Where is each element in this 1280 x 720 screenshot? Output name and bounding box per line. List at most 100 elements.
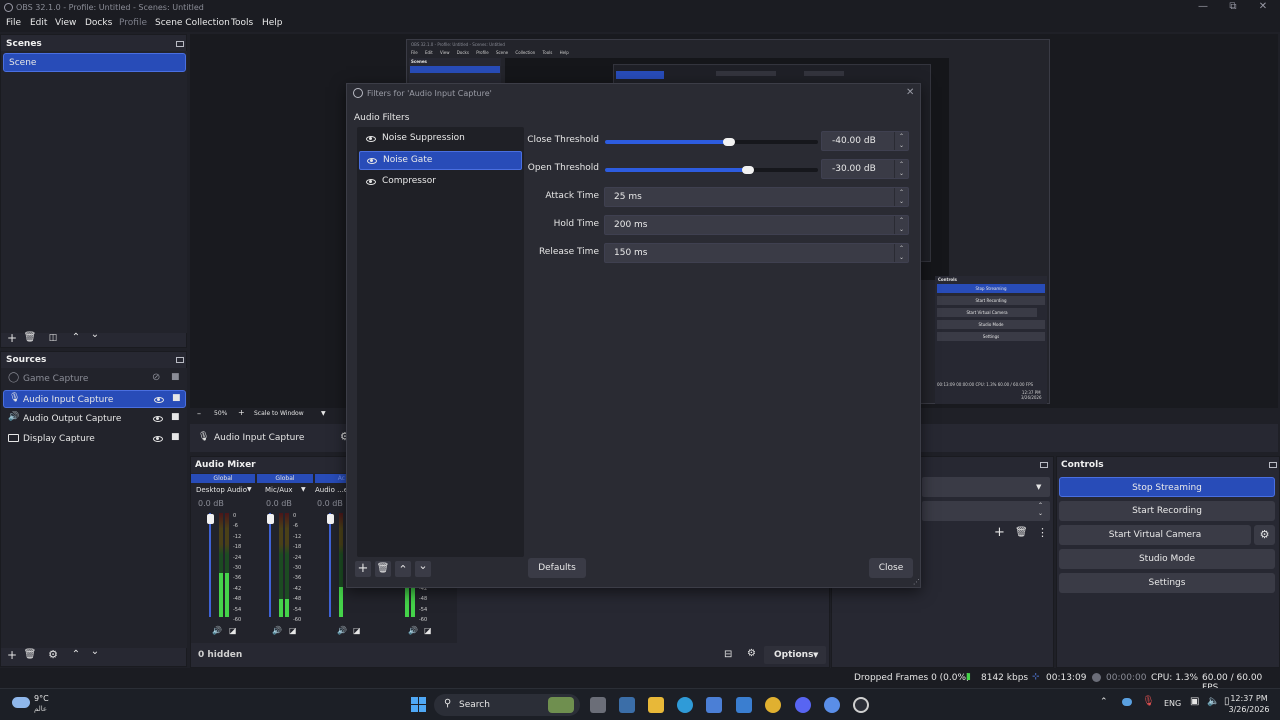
open-threshold-handle[interactable] <box>741 166 754 174</box>
speaker-icon[interactable]: 🔊 <box>212 626 222 635</box>
float-dock-icon[interactable] <box>1269 462 1277 468</box>
app-icon[interactable] <box>824 697 840 713</box>
spin-arrows-icon[interactable]: ⌃ ⌄ <box>894 216 908 234</box>
source-properties-gear-icon[interactable]: ⚙ <box>46 648 60 662</box>
remove-source-icon[interactable]: 🗑 <box>23 648 37 662</box>
headphones-icon[interactable]: ◪ <box>289 626 297 635</box>
network-icon[interactable]: ▣ <box>1190 696 1199 707</box>
virtual-camera-gear-icon[interactable]: ⚙ <box>1254 525 1275 545</box>
edge-icon[interactable] <box>677 697 693 713</box>
eye-icon[interactable] <box>153 416 163 422</box>
volume-slider[interactable] <box>329 513 331 617</box>
spin-down-icon[interactable]: ⌄ <box>1038 510 1043 517</box>
microphone-icon[interactable]: 🎙 <box>1142 696 1155 707</box>
menu-docks[interactable]: Docks <box>85 18 112 28</box>
release-time-spinbox[interactable]: 150 ms ⌃ ⌄ <box>604 243 909 263</box>
menu-file[interactable]: File <box>6 18 21 28</box>
language-indicator[interactable]: ENG <box>1164 699 1181 708</box>
chevron-down-icon[interactable]: ▼ <box>301 486 306 493</box>
m365-icon[interactable] <box>619 697 635 713</box>
lock-icon[interactable]: ■ <box>171 372 180 382</box>
close-threshold-handle[interactable] <box>722 138 735 146</box>
close-threshold-slider[interactable] <box>605 140 818 144</box>
stop-streaming-button[interactable]: Stop Streaming <box>1059 477 1275 497</box>
store-icon[interactable] <box>706 697 722 713</box>
hold-time-spinbox[interactable]: 200 ms ⌃ ⌄ <box>604 215 909 235</box>
open-threshold-spinbox[interactable]: -30.00 dB ⌃ ⌄ <box>821 159 909 179</box>
file-explorer-icon[interactable] <box>648 697 664 713</box>
close-dialog-icon[interactable]: ✕ <box>906 87 914 98</box>
eye-icon[interactable] <box>366 136 376 142</box>
move-filter-down-icon[interactable]: ⌄ <box>415 560 431 577</box>
close-threshold-spinbox[interactable]: -40.00 dB ⌃ ⌄ <box>821 131 909 151</box>
headphones-icon[interactable]: ◪ <box>424 626 432 635</box>
volume-handle[interactable] <box>327 514 334 524</box>
eye-icon[interactable] <box>366 179 376 185</box>
task-view-icon[interactable] <box>590 697 606 713</box>
minimize-icon[interactable]: — <box>1188 1 1218 15</box>
filter-item-noise-gate[interactable]: Noise Gate <box>359 151 522 170</box>
scene-filters-icon[interactable]: ◫ <box>46 331 60 345</box>
start-virtual-camera-button[interactable]: Start Virtual Camera <box>1059 525 1251 545</box>
source-item-audio-output[interactable]: 🔊 Audio Output Capture ■ <box>3 410 186 428</box>
layout-toggle-icon[interactable]: ⊟ <box>724 649 732 660</box>
restore-icon[interactable]: ⧉ <box>1218 1 1248 15</box>
speaker-icon[interactable]: 🔊 <box>408 626 418 635</box>
close-window-icon[interactable]: ✕ <box>1248 1 1278 15</box>
headphones-icon[interactable]: ◪ <box>353 626 361 635</box>
settings-button[interactable]: Settings <box>1059 573 1275 593</box>
remove-scene-icon[interactable]: 🗑 <box>23 331 37 345</box>
chrome-icon[interactable] <box>765 697 781 713</box>
float-dock-icon[interactable] <box>1040 462 1048 468</box>
float-dock-icon[interactable] <box>176 41 184 47</box>
obs-taskbar-icon[interactable] <box>853 697 869 713</box>
transition-select[interactable]: ▼ <box>922 477 1050 497</box>
spin-arrows-icon[interactable]: ⌃ ⌄ <box>894 188 908 206</box>
float-dock-icon[interactable] <box>176 357 184 363</box>
remove-transition-icon[interactable]: 🗑 <box>1015 527 1028 538</box>
lock-icon[interactable]: ■ <box>171 412 180 422</box>
add-filter-icon[interactable]: + <box>355 561 371 577</box>
options-button[interactable]: Options ▼ <box>764 646 826 664</box>
move-scene-down-icon[interactable]: ⌄ <box>88 328 102 342</box>
move-source-down-icon[interactable]: ⌄ <box>88 645 102 659</box>
eye-icon[interactable] <box>153 436 163 442</box>
add-transition-icon[interactable]: + <box>994 525 1005 540</box>
channel-name[interactable]: Desktop Audio <box>196 486 247 494</box>
resize-grip-icon[interactable]: ⋰ <box>913 578 920 586</box>
defaults-button[interactable]: Defaults <box>528 558 586 578</box>
more-options-icon[interactable]: ⋮ <box>1037 526 1048 539</box>
eye-icon[interactable] <box>154 397 164 403</box>
menu-profile[interactable]: Profile <box>119 18 147 28</box>
speaker-icon[interactable]: 🔊 <box>272 626 282 635</box>
chevron-down-icon[interactable]: ▼ <box>321 410 326 417</box>
menu-view[interactable]: View <box>55 18 76 28</box>
menu-tools[interactable]: Tools <box>231 18 253 28</box>
eye-icon[interactable] <box>367 158 377 164</box>
open-threshold-slider[interactable] <box>605 168 818 172</box>
channel-name[interactable]: Audio ...e <box>315 486 348 494</box>
move-source-up-icon[interactable]: ⌃ <box>69 648 83 662</box>
onedrive-icon[interactable] <box>1122 698 1132 706</box>
move-scene-up-icon[interactable]: ⌃ <box>69 331 83 345</box>
mail-icon[interactable] <box>736 697 752 713</box>
channel-name[interactable]: Mic/Aux <box>265 486 293 494</box>
spin-arrows-icon[interactable]: ⌃ ⌄ <box>894 132 908 150</box>
menu-help[interactable]: Help <box>262 18 283 28</box>
windows-start-icon[interactable] <box>411 697 427 713</box>
transition-duration[interactable]: ⌃ ⌄ <box>922 501 1050 521</box>
volume-icon[interactable]: 🔈 <box>1207 696 1219 707</box>
studio-mode-button[interactable]: Studio Mode <box>1059 549 1275 569</box>
zoom-in-icon[interactable]: + <box>238 408 245 417</box>
scene-item[interactable]: Scene <box>3 53 186 72</box>
spin-up-icon[interactable]: ⌃ <box>1038 502 1043 509</box>
attack-time-spinbox[interactable]: 25 ms ⌃ ⌄ <box>604 187 909 207</box>
volume-slider[interactable] <box>209 513 211 617</box>
source-item-audio-input[interactable]: 🎙 Audio Input Capture ■ <box>3 390 186 408</box>
menu-edit[interactable]: Edit <box>30 18 47 28</box>
filter-item-noise-suppression[interactable]: Noise Suppression <box>359 129 522 148</box>
speaker-icon[interactable]: 🔊 <box>337 626 347 635</box>
move-filter-up-icon[interactable]: ⌃ <box>395 561 411 577</box>
filter-item-compressor[interactable]: Compressor <box>359 172 522 191</box>
spin-arrows-icon[interactable]: ⌃ ⌄ <box>894 244 908 262</box>
